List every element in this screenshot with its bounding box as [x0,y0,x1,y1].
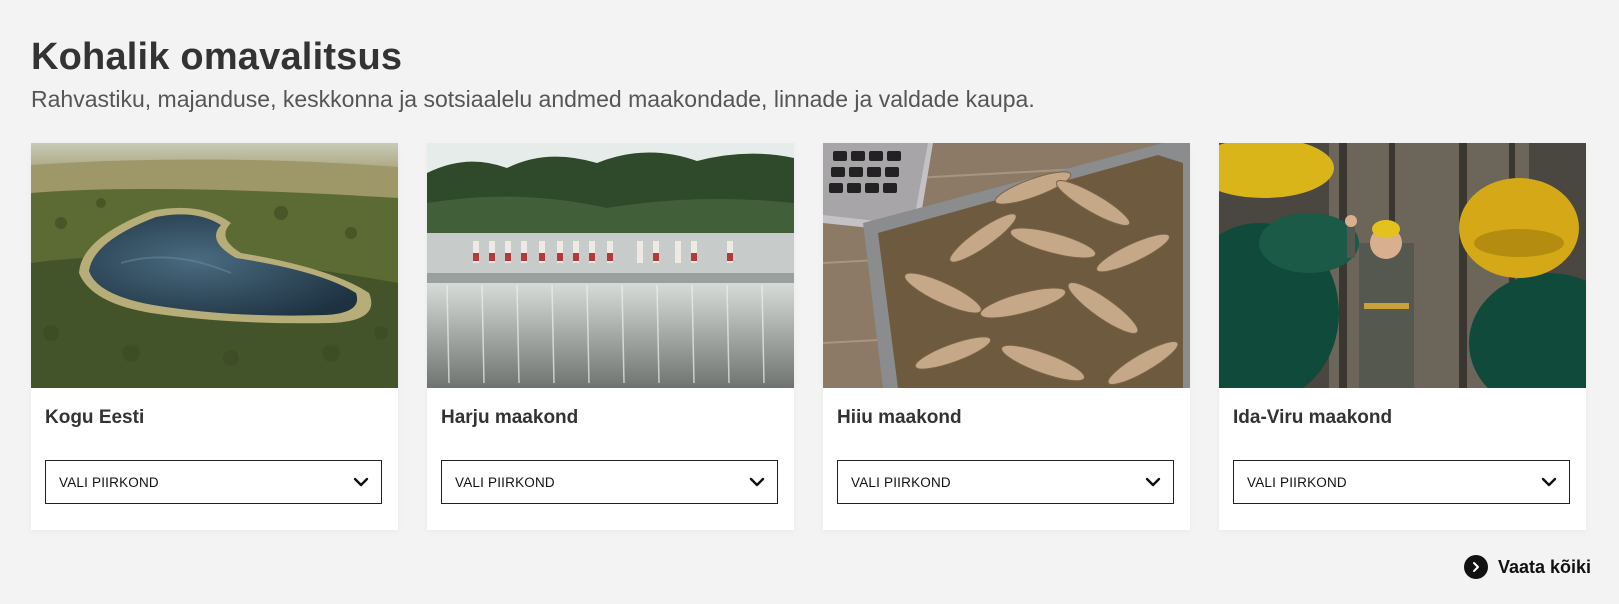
region-select-dropdown[interactable]: VALI PIIRKOND [441,460,778,504]
chevron-down-icon [749,477,765,487]
select-label: VALI PIIRKOND [851,474,951,490]
region-select-dropdown[interactable]: VALI PIIRKOND [45,460,382,504]
chevron-down-icon [1145,477,1161,487]
region-card-harju: Harju maakond VALI PIIRKOND [427,143,794,530]
select-label: VALI PIIRKOND [455,474,555,490]
select-label: VALI PIIRKOND [1247,474,1347,490]
chevron-down-icon [1541,477,1557,487]
select-label: VALI PIIRKOND [59,474,159,490]
chevron-down-icon [353,477,369,487]
region-card-kogu-eesti: Kogu Eesti VALI PIIRKOND [31,143,398,530]
mine-workers-hardhats-photo[interactable] [1219,143,1586,388]
view-all-link[interactable]: Vaata kõiki [1463,555,1591,579]
card-title: Kogu Eesti [45,407,145,428]
region-card-hiiu: Hiiu maakond VALI PIIRKOND [823,143,1190,530]
waterfall-folk-dancers-photo[interactable] [427,143,794,388]
view-all-label: Vaata kõiki [1497,556,1591,577]
section-subtitle: Rahvastiku, majanduse, keskkonna ja sots… [31,86,1035,112]
region-select-dropdown[interactable]: VALI PIIRKOND [1233,460,1570,504]
fried-fish-tray-laptop-photo[interactable] [823,143,1190,388]
region-select-dropdown[interactable]: VALI PIIRKOND [837,460,1174,504]
chevron-right-circle-icon [1463,555,1488,579]
card-title: Harju maakond [441,407,579,428]
region-cards: Kogu Eesti VALI PIIRKOND Harju maakond V… [31,143,1586,530]
card-title: Ida-Viru maakond [1233,407,1393,428]
region-card-ida-viru: Ida-Viru maakond VALI PIIRKOND [1219,143,1586,530]
card-title: Hiiu maakond [837,407,962,428]
section-title: Kohalik omavalitsus [31,36,403,78]
aerial-heart-shaped-lake-photo[interactable] [31,143,398,388]
